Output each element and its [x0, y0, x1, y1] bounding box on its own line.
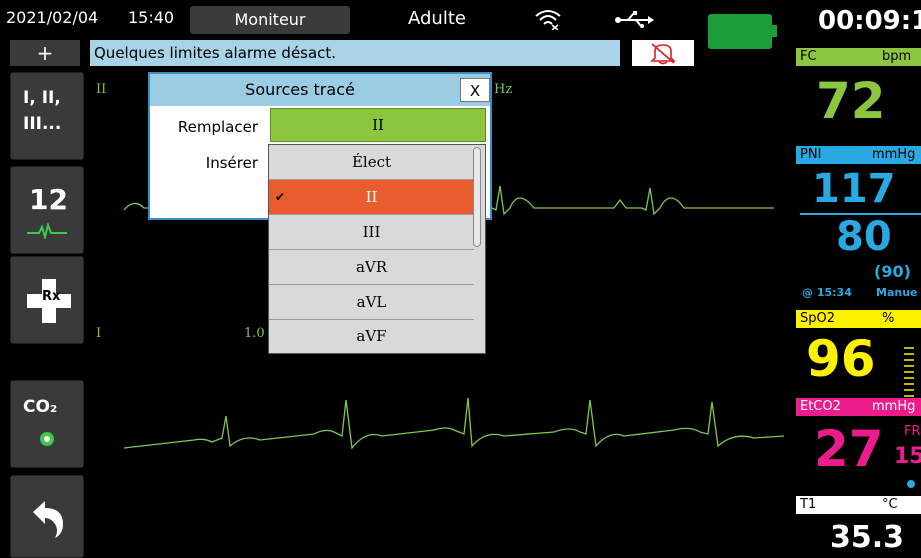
leads-line-2: III... — [23, 114, 62, 134]
alarm-silenced-icon[interactable] — [632, 40, 694, 66]
twelve-lead-label: 12 — [29, 183, 68, 216]
medication-softkey[interactable]: Rx — [10, 256, 84, 344]
co2-softkey[interactable]: CO₂ — [10, 380, 84, 468]
temp-unit: °C — [882, 497, 898, 512]
rx-label: Rx — [42, 289, 61, 304]
plus-label: + — [36, 41, 54, 65]
status-bar: 2021/02/04 15:40 Moniteur Adulte 00:09:1… — [0, 0, 921, 49]
dialog-title: Sources tracé — [245, 80, 355, 99]
spo2-unit: % — [882, 311, 895, 326]
more-button[interactable]: + — [10, 40, 80, 66]
checkmark-icon: ✔ — [275, 190, 286, 204]
patient-type[interactable]: Adulte — [408, 8, 466, 29]
usb-icon — [614, 10, 654, 34]
co2-status-icon — [39, 431, 55, 451]
back-softkey[interactable] — [10, 475, 84, 558]
spo2-label: SpO2 — [800, 311, 836, 326]
option-elect[interactable]: Élect — [269, 145, 474, 179]
lead-options-list: Élect ✔ II III aVR aVL aVF — [268, 144, 486, 354]
dropdown-scrollbar[interactable] — [473, 147, 481, 247]
leads-softkey[interactable]: I, II, III... — [10, 72, 84, 160]
co2-label: CO₂ — [23, 397, 58, 417]
ecg-trace-2 — [123, 397, 785, 450]
etco2-label: EtCO2 — [800, 399, 841, 414]
nibp-unit: mmHg — [872, 147, 916, 162]
replace-label: Remplacer — [177, 118, 258, 136]
nibp-time: @ 15:34 — [802, 286, 852, 299]
nibp-header: PNI mmHg — [796, 146, 921, 164]
etco2-unit: mmHg — [872, 399, 916, 414]
hr-header: FC bpm — [796, 48, 921, 66]
option-iii[interactable]: III — [269, 215, 474, 249]
elapsed-timer: 00:09:16 — [818, 6, 921, 36]
nibp-diastolic[interactable]: 80 — [836, 214, 892, 260]
hr-label: FC — [800, 49, 817, 64]
option-avf[interactable]: aVF — [269, 319, 474, 353]
mode-button[interactable]: Moniteur — [190, 6, 350, 34]
back-arrow-icon — [29, 498, 69, 542]
clock: 15:40 — [128, 8, 175, 27]
alarm-message: Quelques limites alarme désact. — [90, 40, 620, 66]
wifi-icon — [534, 8, 562, 34]
nibp-map: (90) — [874, 262, 911, 281]
spo2-header: SpO2 % — [796, 310, 921, 328]
nibp-label: PNI — [800, 147, 822, 162]
twelve-lead-softkey[interactable]: 12 — [10, 166, 84, 254]
leads-line-1: I, II, — [23, 88, 61, 108]
option-avl[interactable]: aVL — [269, 285, 474, 319]
nibp-systolic[interactable]: 117 — [812, 166, 896, 212]
etco2-value[interactable]: 27 — [814, 420, 884, 478]
hr-unit: bpm — [882, 49, 912, 64]
option-ii-label: II — [365, 188, 378, 206]
battery-icon — [708, 14, 778, 49]
date: 2021/02/04 — [6, 8, 99, 27]
ecg-wave-icon — [27, 221, 67, 243]
close-button[interactable]: X — [460, 78, 490, 102]
nibp-mode: Manue — [876, 286, 918, 299]
hr-value[interactable]: 72 — [816, 72, 886, 130]
temp-header: T1 °C — [796, 496, 921, 514]
insert-label: Insérer — [205, 154, 258, 172]
option-avr[interactable]: aVR — [269, 250, 474, 284]
temp-value[interactable]: 35.3 — [830, 520, 904, 555]
option-ii-selected[interactable]: ✔ II — [269, 180, 474, 214]
mode-label: Moniteur — [234, 10, 306, 29]
replace-dropdown[interactable]: II — [270, 108, 486, 142]
rr-label: FR — [904, 424, 921, 439]
temp-label: T1 — [800, 497, 817, 512]
breath-indicator-icon — [906, 474, 916, 493]
rr-value[interactable]: 15 — [894, 444, 921, 469]
etco2-header: EtCO2 mmHg — [796, 398, 921, 416]
spo2-value[interactable]: 96 — [806, 330, 876, 388]
